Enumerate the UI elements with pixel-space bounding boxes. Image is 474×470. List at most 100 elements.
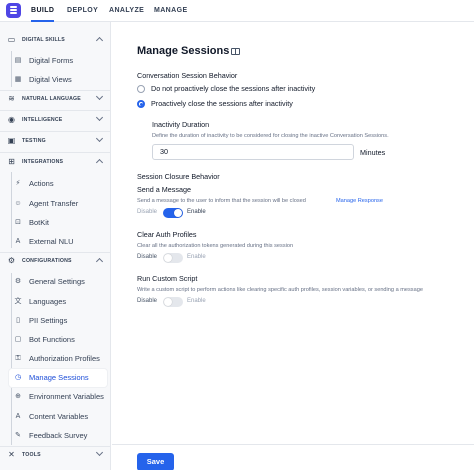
sidebar-item-label: PII Settings — [29, 316, 68, 325]
radio-do-not-close[interactable] — [137, 85, 145, 93]
sidebar-group-configurations[interactable]: ⚙ CONFIGURATIONS — [0, 252, 111, 270]
sidebar-item-digital-forms[interactable]: ▤ Digital Forms — [9, 52, 107, 70]
sidebar-item-label: Digital Forms — [29, 56, 74, 65]
sidebar: ▭ DIGITAL SKILLS ▤ Digital Forms ▦ Digit… — [0, 22, 111, 470]
send-message-description: Send a message to the user to inform tha… — [137, 198, 306, 204]
tools-icon: ✕ — [8, 450, 15, 459]
sidebar-group-natural-language[interactable]: ≋ NATURAL LANGUAGE — [0, 90, 111, 108]
sidebar-item-botkit[interactable]: ⊡ BotKit — [9, 214, 107, 232]
tab-deploy[interactable]: DEPLOY — [67, 0, 98, 22]
page-title: Manage Sessions — [137, 45, 230, 57]
sidebar-item-feedback-survey[interactable]: ✎ Feedback Survey — [9, 427, 107, 445]
languages-icon: 文 — [14, 298, 22, 305]
custom-script-description: Write a custom script to perform actions… — [137, 287, 423, 293]
sidebar-item-label: Languages — [29, 297, 67, 306]
toggle-on-label: Enable — [187, 209, 206, 215]
sidebar-item-label: Authorization Profiles — [29, 354, 100, 363]
sidebar-item-authorization-profiles[interactable]: ⚿ Authorization Profiles — [9, 350, 107, 368]
sidebar-item-bot-functions[interactable]: ▢ Bot Functions — [9, 331, 107, 349]
sidebar-item-content-variables[interactable]: A Content Variables — [9, 408, 107, 426]
radio-proactively-close[interactable] — [137, 100, 145, 108]
monitor-icon: ▭ — [7, 35, 16, 44]
chevron-up-icon — [95, 158, 104, 167]
inactivity-unit: Minutes — [360, 148, 386, 157]
inactivity-duration-input[interactable]: 30 — [152, 144, 354, 160]
sidebar-item-manage-sessions[interactable]: ◷ Manage Sessions — [9, 369, 107, 387]
sidebar-group-integrations[interactable]: ⊞ INTEGRATIONS — [0, 153, 111, 171]
sidebar-group-label: INTEGRATIONS — [22, 159, 64, 165]
sidebar-item-agent-transfer[interactable]: ☺ Agent Transfer — [9, 195, 107, 213]
chevron-up-icon — [95, 257, 104, 266]
custom-script-label: Run Custom Script — [137, 274, 198, 283]
sidebar-group-label: TOOLS — [22, 452, 41, 458]
toggle-off-label: Disable — [137, 298, 158, 304]
sidebar-group-digital-skills[interactable]: ▭ DIGITAL SKILLS — [0, 31, 111, 49]
chevron-down-icon — [95, 134, 104, 143]
footer-bar: Save — [112, 444, 474, 470]
integrations-icon: ⊞ — [8, 157, 15, 166]
toggle-knob — [174, 209, 182, 217]
save-button[interactable]: Save — [137, 453, 174, 470]
sidebar-item-label: Manage Sessions — [29, 373, 89, 382]
testing-icon: ▣ — [7, 136, 16, 145]
manage-response-link[interactable]: Manage Response — [336, 198, 383, 204]
environment-icon: ⊕ — [15, 393, 21, 400]
app-logo-icon[interactable] — [6, 3, 21, 18]
radio-label: Do not proactively close the sessions af… — [151, 84, 316, 93]
custom-script-toggle[interactable] — [163, 297, 183, 307]
radio-label: Proactively close the sessions after ina… — [151, 99, 293, 108]
closure-heading: Session Closure Behavior — [137, 172, 220, 181]
configurations-icon: ⚙ — [7, 256, 16, 265]
gear-icon: ⚙ — [14, 278, 22, 285]
toggle-on-label: Enable — [187, 298, 206, 304]
behavior-heading: Conversation Session Behavior — [137, 71, 238, 80]
book-icon[interactable] — [231, 48, 240, 55]
botkit-icon: ⊡ — [15, 219, 21, 226]
sidebar-item-label: Actions — [29, 179, 54, 188]
sidebar-group-label: CONFIGURATIONS — [22, 258, 72, 264]
toggle-off-label: Disable — [137, 209, 158, 215]
actions-icon: ⚡ — [15, 180, 21, 187]
inactivity-label: Inactivity Duration — [152, 120, 210, 129]
toggle-off-label: Disable — [137, 254, 158, 260]
sidebar-group-testing[interactable]: ▣ TESTING — [0, 132, 111, 150]
tab-manage[interactable]: MANAGE — [154, 0, 188, 22]
clear-auth-label: Clear Auth Profiles — [137, 230, 197, 239]
sidebar-group-intelligence[interactable]: ◉ INTELLIGENCE — [0, 111, 111, 129]
sidebar-item-label: Content Variables — [29, 412, 89, 421]
bot-functions-icon: ▢ — [14, 336, 22, 343]
sidebar-item-label: Agent Transfer — [29, 199, 79, 208]
sidebar-group-tools[interactable]: ✕ TOOLS — [0, 446, 111, 464]
sidebar-item-label: Feedback Survey — [29, 431, 88, 440]
sidebar-group-label: DIGITAL SKILLS — [22, 37, 65, 43]
tab-analyze[interactable]: ANALYZE — [109, 0, 144, 22]
sidebar-item-languages[interactable]: 文 Languages — [9, 293, 107, 311]
sessions-icon: ◷ — [14, 374, 22, 381]
sidebar-item-label: General Settings — [29, 277, 85, 286]
external-nlu-icon: A — [15, 238, 21, 245]
tab-build[interactable]: BUILD — [31, 0, 55, 22]
main-content: Manage Sessions Conversation Session Beh… — [112, 22, 474, 470]
top-navigation: BUILD DEPLOY ANALYZE MANAGE — [0, 0, 474, 22]
chevron-down-icon — [95, 92, 104, 101]
sidebar-item-actions[interactable]: ⚡ Actions — [9, 175, 107, 193]
clear-auth-toggle[interactable] — [163, 253, 183, 263]
sidebar-item-label: Environment Variables — [29, 392, 104, 401]
sidebar-item-external-nlu[interactable]: A External NLU — [9, 233, 107, 251]
sidebar-item-label: BotKit — [29, 218, 50, 227]
chevron-up-icon — [95, 36, 104, 45]
authorization-icon: ⚿ — [15, 355, 21, 362]
chevron-down-icon — [95, 113, 104, 122]
sidebar-group-label: NATURAL LANGUAGE — [22, 96, 81, 102]
send-message-label: Send a Message — [137, 185, 191, 194]
sidebar-item-pii-settings[interactable]: ▯ PII Settings — [9, 312, 107, 330]
sidebar-item-digital-views[interactable]: ▦ Digital Views — [9, 71, 107, 89]
feedback-icon: ✎ — [15, 432, 21, 439]
sidebar-group-label: TESTING — [22, 138, 46, 144]
sidebar-item-environment-variables[interactable]: ⊕ Environment Variables — [9, 388, 107, 406]
sidebar-item-general-settings[interactable]: ⚙ General Settings — [9, 273, 107, 291]
sidebar-group-label: INTELLIGENCE — [22, 117, 63, 123]
sidebar-item-label: Bot Functions — [29, 335, 75, 344]
toggle-knob — [164, 298, 172, 306]
send-message-toggle[interactable] — [163, 208, 183, 218]
